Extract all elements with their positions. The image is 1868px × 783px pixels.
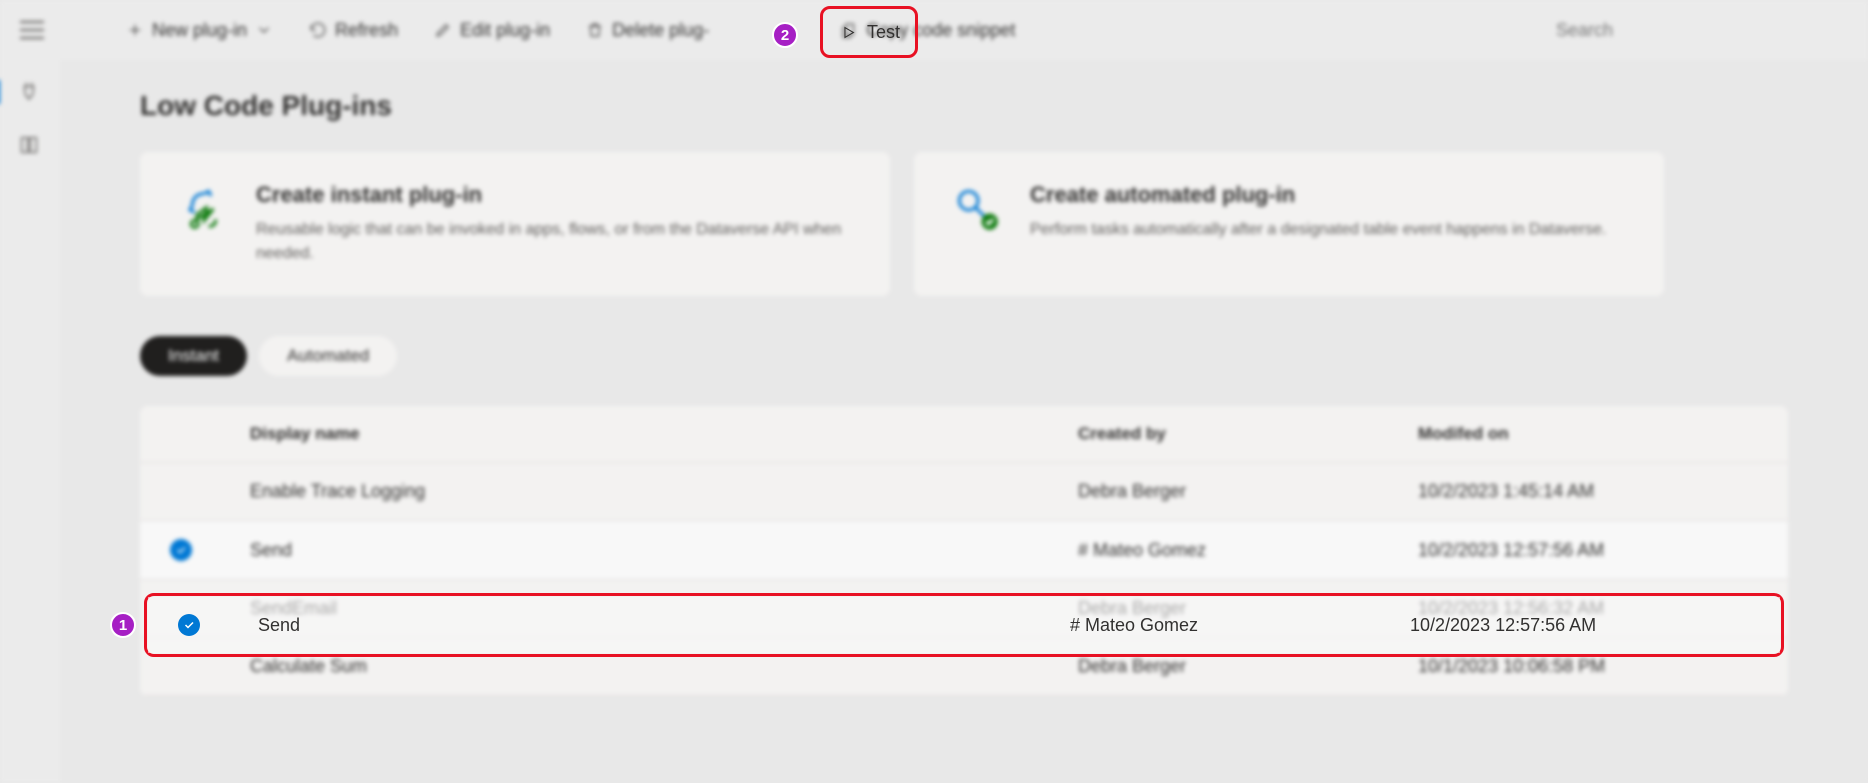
toolbar: New plug-in Refresh Edit plug-in Delete … [0, 0, 1868, 60]
cell-by: Debra Berger [1078, 656, 1418, 677]
delete-plugin-button[interactable]: Delete plug- [572, 12, 723, 49]
table-header: Display name Created by Modifed on [140, 406, 1788, 463]
automated-icon [950, 182, 1006, 238]
tab-instant[interactable]: Instant [140, 336, 247, 376]
col-modified-on[interactable]: Modifed on [1418, 424, 1758, 444]
play-icon [840, 24, 857, 41]
row-overlay: Send # Mateo Gomez 10/2/2023 12:57:56 AM [148, 597, 1780, 653]
callout-badge-2: 2 [772, 22, 798, 48]
col-display-name[interactable]: Display name [250, 424, 1078, 444]
tabs: Instant Automated [140, 336, 1788, 376]
check-icon[interactable] [178, 614, 200, 636]
refresh-button[interactable]: Refresh [295, 12, 412, 49]
table-row[interactable]: Enable Trace Logging Debra Berger 10/2/2… [140, 463, 1788, 521]
book-icon [18, 134, 40, 156]
cell-name: Send [250, 540, 1078, 561]
delete-label: Delete plug- [612, 20, 709, 41]
cards-row: Create instant plug-in Reusable logic th… [140, 152, 1788, 296]
card-instant[interactable]: Create instant plug-in Reusable logic th… [140, 152, 890, 296]
callout-badge-1: 1 [110, 612, 136, 638]
plugin-icon [18, 80, 40, 102]
refresh-label: Refresh [335, 20, 398, 41]
card-automated[interactable]: Create automated plug-in Perform tasks a… [914, 152, 1664, 296]
page-title: Low Code Plug-ins [140, 90, 1788, 122]
card-automated-desc: Perform tasks automatically after a desi… [1030, 218, 1606, 242]
cell-on: 10/2/2023 12:57:56 AM [1418, 540, 1758, 561]
search-input[interactable] [1548, 12, 1848, 49]
sidebar-item-docs[interactable] [18, 134, 42, 158]
cell-on: 10/1/2023 10:06:58 PM [1418, 656, 1758, 677]
table-row-selected[interactable]: Send # Mateo Gomez 10/2/2023 12:57:56 AM [140, 521, 1788, 580]
plus-icon [126, 21, 144, 39]
check-icon[interactable] [170, 539, 192, 561]
card-instant-desc: Reusable logic that can be invoked in ap… [256, 218, 854, 266]
cell-on: 10/2/2023 1:45:14 AM [1418, 481, 1758, 502]
instant-icon [176, 182, 232, 238]
cell-by: # Mateo Gomez [1078, 540, 1418, 561]
new-plugin-label: New plug-in [152, 20, 247, 41]
tab-automated[interactable]: Automated [259, 336, 397, 376]
trash-icon [586, 21, 604, 39]
cell-name: Enable Trace Logging [250, 481, 1078, 502]
test-label: Test [867, 22, 900, 43]
col-created-by[interactable]: Created by [1078, 424, 1418, 444]
hamburger-icon[interactable] [20, 21, 44, 39]
edit-label: Edit plug-in [460, 20, 550, 41]
cell-name: Calculate Sum [250, 656, 1078, 677]
refresh-icon [309, 21, 327, 39]
cell-on: 10/2/2023 12:57:56 AM [1410, 615, 1750, 636]
cell-by: Debra Berger [1078, 481, 1418, 502]
sidebar [0, 60, 60, 783]
card-instant-title: Create instant plug-in [256, 182, 854, 208]
cell-name: Send [258, 615, 1070, 636]
card-automated-title: Create automated plug-in [1030, 182, 1606, 208]
pencil-icon [434, 21, 452, 39]
chevron-down-icon [255, 21, 273, 39]
edit-plugin-button[interactable]: Edit plug-in [420, 12, 564, 49]
new-plugin-button[interactable]: New plug-in [112, 12, 287, 49]
test-button[interactable]: Test [840, 22, 900, 43]
cell-by: # Mateo Gomez [1070, 615, 1410, 636]
content-area: Low Code Plug-ins Create instant plug-in… [60, 60, 1868, 783]
sidebar-item-plugins[interactable] [0, 80, 42, 104]
